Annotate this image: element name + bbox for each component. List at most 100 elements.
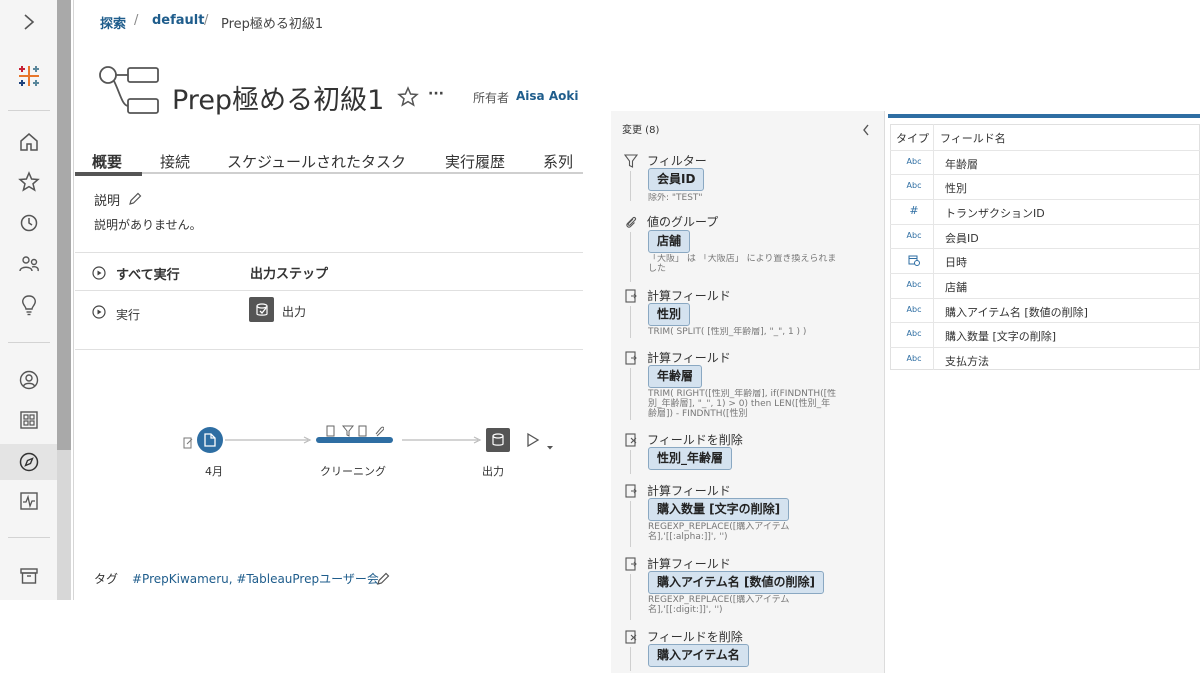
remove-field-icon xyxy=(624,629,638,644)
change-connector-line xyxy=(630,368,631,420)
clean-step-node[interactable] xyxy=(316,437,393,443)
tags-value[interactable]: #PrepKiwameru, #TableauPrepユーザー会 xyxy=(132,570,379,587)
tab-run-history[interactable]: 実行履歴 xyxy=(445,151,505,172)
change-field-chip[interactable]: 店舗 xyxy=(648,230,691,253)
tab-bar-underline xyxy=(75,172,583,174)
tab-lineage[interactable]: 系列 xyxy=(543,151,573,172)
run-flow-play-icon[interactable] xyxy=(526,432,540,452)
shared-with-me-icon[interactable] xyxy=(14,249,44,279)
change-connector-line xyxy=(630,306,631,338)
database-icon xyxy=(492,433,504,446)
change-note: REGEXP_REPLACE([購入アイテム名],'[[:alpha:]]', … xyxy=(648,522,790,542)
table-row[interactable]: Abc 購入アイテム名 [数値の削除] xyxy=(890,298,1200,322)
breadcrumb-separator: / xyxy=(204,13,209,28)
file-icon xyxy=(204,433,216,447)
change-field-chip[interactable]: 年齢層 xyxy=(648,365,703,388)
string-type-icon: Abc xyxy=(906,280,922,289)
table-row[interactable]: Abc 会員ID xyxy=(890,224,1200,248)
collapse-pane-chevron-icon[interactable] xyxy=(862,121,870,140)
output-step-icon xyxy=(249,297,274,322)
divider xyxy=(75,349,583,350)
favorite-star-icon[interactable] xyxy=(397,86,419,112)
tableau-logo-icon[interactable] xyxy=(14,61,44,91)
table-row[interactable]: 日時 xyxy=(890,248,1200,272)
change-field-chip[interactable]: 会員ID xyxy=(648,168,705,191)
input-edit-icon xyxy=(183,434,193,453)
explore-compass-icon[interactable] xyxy=(0,444,57,480)
change-field-chip[interactable]: 購入アイテム名 [数値の削除] xyxy=(648,571,824,594)
flow-type-icon xyxy=(96,63,162,125)
string-type-icon: Abc xyxy=(906,329,922,338)
archive-box-icon[interactable] xyxy=(14,561,44,591)
change-note: TRIM( RIGHT([性別_年齢層], if(FINDNTH([性別_年齢層… xyxy=(648,389,837,419)
string-type-icon: Abc xyxy=(906,354,922,363)
calc-field-icon xyxy=(624,288,638,303)
owner-name-link[interactable]: Aisa Aoki xyxy=(516,89,578,103)
run-play-icon[interactable] xyxy=(92,304,106,323)
user-icon[interactable] xyxy=(14,365,44,395)
more-actions-button[interactable]: ··· xyxy=(428,86,444,102)
table-row[interactable]: Abc 店舗 xyxy=(890,273,1200,297)
remove-field-icon xyxy=(624,432,638,447)
divider xyxy=(75,290,583,291)
collections-icon[interactable] xyxy=(14,405,44,435)
change-type-label: 計算フィールド xyxy=(647,484,731,498)
breadcrumb-separator: / xyxy=(134,13,139,28)
filter-icon xyxy=(623,153,639,168)
recommendations-lightbulb-icon[interactable] xyxy=(14,290,44,320)
changes-title: 変更 (8) xyxy=(622,125,660,136)
field-name: 性別 xyxy=(945,182,967,195)
column-header-type[interactable]: タイプ xyxy=(896,130,929,146)
field-name: 購入アイテム名 [数値の削除] xyxy=(945,306,1088,319)
table-row[interactable]: Abc 年齢層 xyxy=(890,150,1200,174)
favorites-star-icon[interactable] xyxy=(14,167,44,197)
breadcrumb-explore-link[interactable]: 探索 xyxy=(100,13,126,32)
table-row[interactable]: Abc 性別 xyxy=(890,174,1200,198)
home-icon[interactable] xyxy=(14,127,44,157)
tab-overview[interactable]: 概要 xyxy=(92,151,122,172)
change-field-chip[interactable]: 購入アイテム名 xyxy=(648,644,749,667)
change-type-label: 値のグループ xyxy=(647,215,719,229)
change-connector-line xyxy=(630,501,631,547)
description-text: 説明がありません。 xyxy=(94,218,202,232)
chevron-down-icon[interactable] xyxy=(546,436,554,455)
recents-icon[interactable] xyxy=(14,208,44,238)
string-type-icon: Abc xyxy=(906,231,922,240)
change-type-label: 計算フィールド xyxy=(647,557,731,571)
change-field-chip[interactable]: 購入数量 [文字の削除] xyxy=(648,498,790,521)
activity-monitor-icon[interactable] xyxy=(14,486,44,516)
change-type-label: 計算フィールド xyxy=(647,289,731,303)
tab-scheduled-tasks[interactable]: スケジュールされたタスク xyxy=(227,151,406,172)
column-header-field-name[interactable]: フィールド名 xyxy=(940,130,1006,146)
change-type-label: フィールドを削除 xyxy=(647,433,743,447)
tab-connections[interactable]: 接続 xyxy=(160,151,190,172)
change-type-label: 計算フィールド xyxy=(647,351,731,365)
string-type-icon: Abc xyxy=(906,181,922,190)
tags-label: タグ xyxy=(94,572,119,586)
table-row[interactable]: # トランザクションID xyxy=(890,199,1200,223)
change-field-chip[interactable]: 性別_年齢層 xyxy=(648,447,733,470)
number-type-icon: # xyxy=(909,204,919,217)
clean-step-label: クリーニング xyxy=(320,465,386,478)
run-all-play-icon[interactable] xyxy=(92,265,106,284)
edit-tags-pencil-icon[interactable] xyxy=(376,571,390,590)
change-connector-line xyxy=(630,647,631,671)
change-field-chip[interactable]: 性別 xyxy=(648,303,691,326)
nav-scrollbar[interactable] xyxy=(57,0,71,450)
description-label: 説明 xyxy=(94,194,121,209)
change-type-label: フィルター xyxy=(647,154,707,168)
output-step-name[interactable]: 出力 xyxy=(282,303,306,320)
run-all-button[interactable]: すべて実行 xyxy=(116,264,180,283)
nav-scrollbar-track[interactable] xyxy=(57,450,71,600)
input-step-node[interactable] xyxy=(197,427,223,453)
breadcrumb-project-link[interactable]: default xyxy=(152,13,204,28)
table-row[interactable]: Abc 購入数量 [文字の削除] xyxy=(890,322,1200,346)
string-type-icon: Abc xyxy=(906,157,922,166)
table-row[interactable]: Abc 支払方法 xyxy=(890,347,1200,371)
run-button[interactable]: 実行 xyxy=(116,306,140,323)
expand-nav-icon[interactable] xyxy=(14,7,44,37)
field-name: 会員ID xyxy=(945,232,979,245)
input-step-label: 4月 xyxy=(205,465,223,478)
output-step-node[interactable] xyxy=(486,428,510,452)
edit-description-pencil-icon[interactable] xyxy=(128,191,142,210)
